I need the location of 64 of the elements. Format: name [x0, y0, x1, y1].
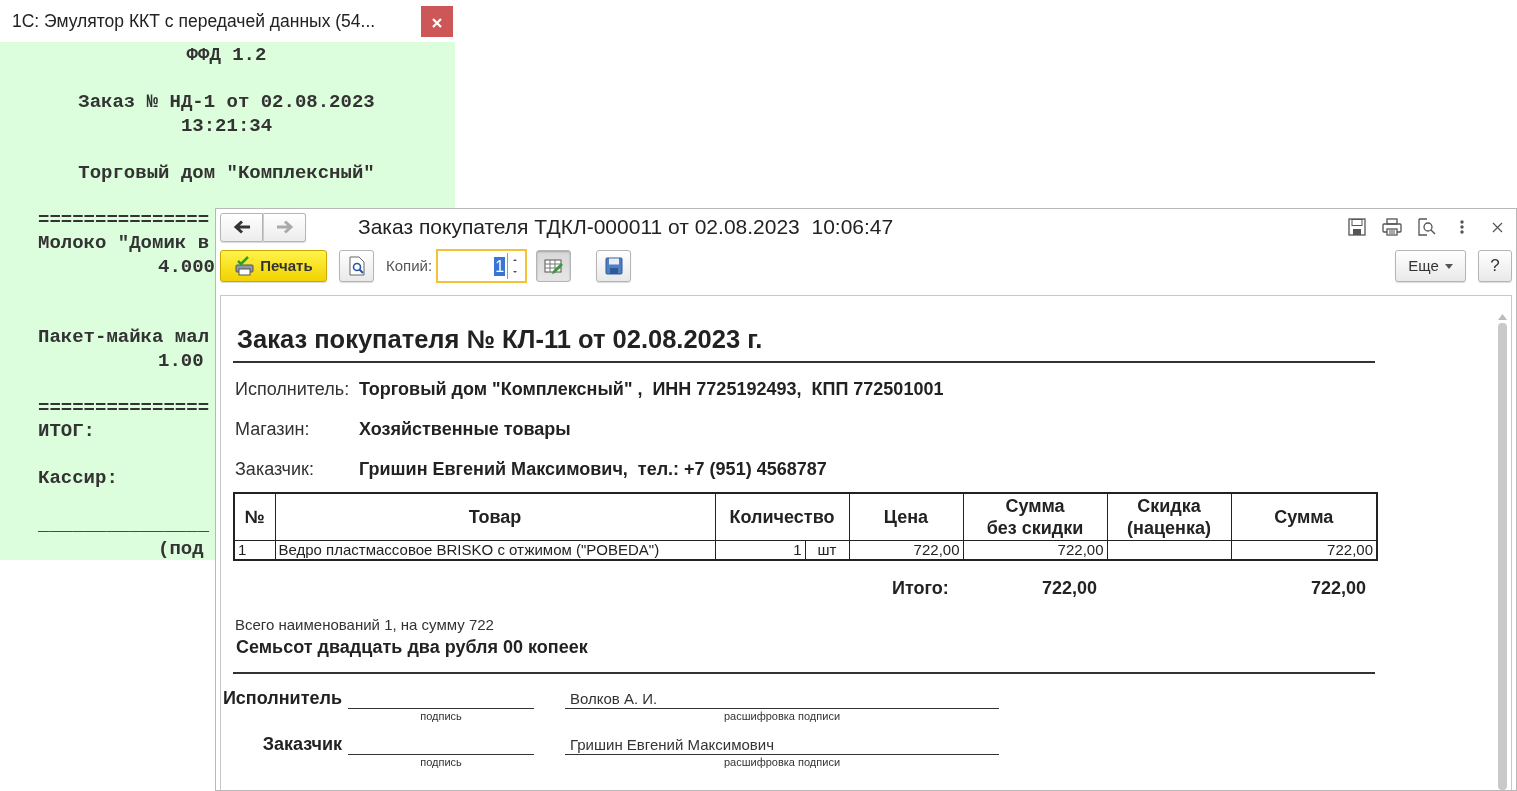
receipt-line: ФФД 1.2 — [186, 44, 267, 66]
field-value: Торговый дом "Комплексный" , ИНН 7725192493, КПП 772501001 — [359, 378, 944, 402]
receipt-line: (под — [158, 537, 204, 560]
field-label: Магазин: — [234, 418, 311, 442]
receipt-line: 4.000 — [158, 255, 215, 278]
receipt-line: =============== — [38, 208, 210, 231]
column-header: Скидка (наценка) — [1107, 493, 1231, 541]
more-button[interactable]: Еще — [1395, 250, 1466, 282]
caption-text: расшифровка подписи — [723, 755, 841, 768]
field-label: Исполнитель: — [234, 378, 351, 402]
receipt-line: Торговый дом "Комплексный" — [78, 161, 375, 184]
receipt-line: 1.00 — [158, 349, 204, 372]
close-icon — [1491, 221, 1503, 233]
receipt-line: 13:21:34 — [180, 114, 273, 137]
close-icon — [432, 17, 442, 28]
printer-check-icon — [234, 256, 255, 276]
help-button[interactable]: ? — [1478, 250, 1512, 282]
signer-role: Заказчик — [261, 732, 343, 755]
column-header: Сумма без скидки — [963, 493, 1107, 541]
column-header: № — [234, 493, 275, 541]
caption-text: подпись — [420, 709, 462, 722]
printer-icon — [1382, 218, 1402, 236]
magnifier-page-icon — [348, 256, 365, 276]
field-value: Гришин Евгений Максимович, тел.: +7 (951) 4568787 — [359, 458, 827, 482]
signer-name: Волков А. И. — [565, 684, 999, 709]
magnifier-page-icon — [1418, 218, 1436, 236]
receipt-line: Заказ № НД-1 от 02.08.2023 — [78, 91, 375, 113]
print-button[interactable]: Печать — [220, 250, 327, 282]
edit-table-button[interactable] — [536, 250, 572, 282]
totals-label: Итого: — [892, 577, 950, 601]
signer-role: Исполнитель — [221, 686, 343, 709]
field-label: Заказчик: — [234, 458, 315, 482]
amount-in-words: Семьсот двадцать два рубля 00 копеек — [233, 633, 1375, 674]
forward-arrow-icon — [275, 220, 294, 234]
column-header: Товар — [275, 493, 715, 541]
totals-value: 722,00 — [1040, 577, 1097, 601]
document-heading: Заказ покупателя № КЛ-11 от 02.08.2023 г. — [233, 296, 1375, 364]
caption-text: подпись — [420, 755, 462, 768]
column-header: Количество — [715, 493, 849, 541]
vertical-dots-icon — [1459, 219, 1465, 235]
summary-text: Всего наименований 1, на сумму 722 — [234, 615, 495, 636]
signer-name: Гришин Евгений Максимович — [565, 730, 999, 755]
caret-icon — [1444, 263, 1453, 269]
back-button[interactable] — [220, 212, 263, 242]
preview-button[interactable] — [339, 250, 374, 282]
caption-text: расшифровка подписи — [723, 709, 841, 722]
window-title: 1С: Эмулятор ККТ с передачей данных (54... — [12, 9, 376, 33]
receipt-line: Пакет-майка мал — [38, 326, 210, 348]
table-pencil-icon — [543, 258, 564, 274]
receipt-line: Молоко "Домик в — [38, 232, 210, 254]
copies-field[interactable]: 1 — [436, 249, 528, 283]
receipt-line: ИТОГ: — [38, 420, 95, 442]
field-value: Хозяйственные товары — [359, 418, 571, 442]
back-arrow-icon — [232, 220, 251, 234]
receipt-line: _______________ — [38, 514, 210, 536]
save-button[interactable] — [596, 250, 632, 282]
receipt-line: =============== — [38, 396, 210, 419]
close-button[interactable] — [421, 5, 453, 37]
copies-label: Копий: — [386, 255, 433, 276]
totals-value: 722,00 — [1309, 577, 1366, 601]
scrollbar-thumb[interactable] — [1498, 323, 1507, 790]
window-title: Заказ покупателя ТДКЛ-000011 от 02.08.2023 10:06:47 — [358, 214, 895, 241]
column-header: Цена — [849, 493, 963, 541]
receipt-line: Кассир: — [38, 467, 118, 489]
